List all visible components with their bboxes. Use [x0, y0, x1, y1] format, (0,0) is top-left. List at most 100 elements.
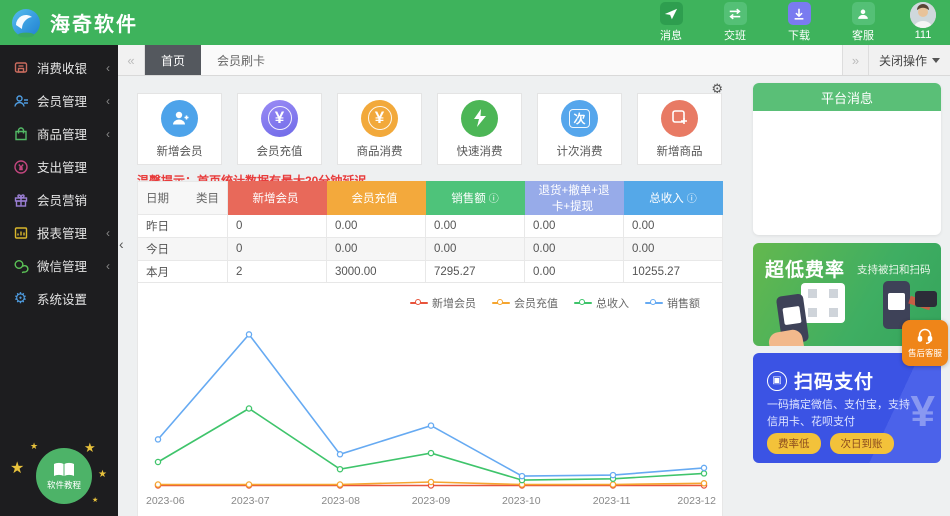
quick-add-member-button[interactable]: 新增会员	[137, 93, 222, 165]
download-icon	[788, 2, 811, 25]
chevron-left-icon: ‹	[106, 94, 110, 108]
sidebar-item-expense[interactable]: 支出管理	[0, 150, 118, 183]
table-cell: 0.00	[327, 215, 426, 238]
table-row-yesterday: 昨日 0 0.00 0.00 0.00 0.00	[138, 215, 723, 238]
trend-chart-card: 新增会员会员充值总收入销售额 2023-062023-072023-082023…	[137, 282, 723, 516]
quick-member-recharge-button[interactable]: ¥ 会员充值	[237, 93, 322, 165]
legend-marker-icon	[492, 299, 510, 307]
close-actions-dropdown[interactable]: 关闭操作	[869, 45, 950, 75]
table-cell: 3000.00	[327, 261, 426, 284]
sidebar-item-cashier[interactable]: 消费收银 ‹	[0, 51, 118, 84]
qr-pay-icon: ▣	[767, 371, 787, 391]
tabs-scroll-right[interactable]: »	[842, 45, 869, 75]
chart-x-axis: 2023-062023-072023-082023-092023-102023-…	[146, 495, 716, 507]
table-cell: 0.00	[525, 261, 624, 284]
sidebar-item-members[interactable]: 会员管理 ‹	[0, 84, 118, 117]
wechat-icon	[12, 257, 29, 274]
aftersale-support-button[interactable]: 售后客服	[902, 320, 948, 366]
aftersale-label: 售后客服	[908, 347, 942, 359]
sidebar-item-reports[interactable]: 报表管理 ‹	[0, 216, 118, 249]
table-cell: 0.00	[624, 238, 723, 261]
right-panel: 平台消息 超低费率 支持被扫和扫码 ▣ 扫码支付 一码搞定微信、支付宝，支持信用…	[745, 76, 950, 516]
x-axis-tick: 2023-10	[491, 495, 551, 507]
avatar	[910, 2, 936, 28]
main-content: ‹ ⚙ 新增会员 ¥ 会员充值 ¥ 商品消费 快速消费	[118, 76, 745, 516]
corner-category-label: 类目	[196, 190, 219, 206]
support-person-icon	[852, 2, 875, 25]
info-icon[interactable]: ⓘ	[489, 194, 499, 205]
members-icon	[12, 92, 29, 109]
software-tutorial-button[interactable]: 软件教程	[36, 448, 92, 504]
legend-item[interactable]: 总收入	[574, 295, 629, 311]
sidebar-item-label: 消费收银	[37, 58, 106, 77]
nav-shift-change[interactable]: 交班	[718, 2, 752, 43]
legend-item[interactable]: 新增会员	[410, 295, 476, 311]
nav-messages[interactable]: 消息	[654, 2, 688, 43]
nav-support[interactable]: 客服	[846, 2, 880, 43]
scan-pay-banner[interactable]: ▣ 扫码支付 一码搞定微信、支付宝，支持信用卡、花呗支付 费率低 次日到账 ¥	[753, 353, 941, 463]
sidebar-item-wechat[interactable]: 微信管理 ‹	[0, 249, 118, 282]
tab-member-swipe[interactable]: 会员刷卡	[201, 45, 281, 75]
quick-action-label: 新增商品	[657, 143, 703, 159]
tab-spacer	[281, 45, 842, 75]
x-axis-tick: 2023-12	[672, 495, 716, 507]
gift-icon	[12, 191, 29, 208]
legend-label: 总收入	[596, 295, 629, 311]
quick-count-consume-button[interactable]: 次 计次消费	[537, 93, 622, 165]
nav-download[interactable]: 下载	[782, 2, 816, 43]
x-axis-tick: 2023-08	[311, 495, 371, 507]
sidebar-collapse-handle[interactable]: ‹	[119, 236, 124, 252]
star-decoration: ★	[84, 440, 96, 456]
rate-banner-title: 超低费率	[765, 255, 845, 282]
legend-item[interactable]: 会员充值	[492, 295, 558, 311]
table-cell: 0.00	[525, 238, 624, 261]
col-header-new-members: 新增会员	[228, 182, 327, 215]
count-times-icon: 次	[561, 100, 598, 137]
table-cell: 0.00	[426, 238, 525, 261]
tab-home[interactable]: 首页	[145, 45, 201, 75]
legend-label: 销售额	[667, 295, 700, 311]
lightning-icon	[461, 100, 498, 137]
low-rate-pill: 费率低	[767, 433, 821, 454]
col-header-sales: 销售额ⓘ	[426, 182, 525, 215]
platform-messages-title: 平台消息	[753, 83, 941, 111]
x-axis-tick: 2023-07	[220, 495, 280, 507]
app-window: 海奇软件 消息 交班	[0, 0, 950, 516]
close-actions-label: 关闭操作	[879, 52, 927, 69]
tab-bar: « 首页 会员刷卡 » 关闭操作	[118, 45, 950, 76]
sidebar-item-label: 会员营销	[37, 190, 110, 209]
sidebar-item-label: 支出管理	[37, 157, 110, 176]
brand: 海奇软件	[10, 7, 138, 39]
sidebar-item-marketing[interactable]: 会员营销	[0, 183, 118, 216]
sidebar-item-settings[interactable]: ⚙ 系统设置	[0, 282, 118, 315]
chevron-left-icon: ‹	[106, 259, 110, 273]
nav-support-label: 客服	[852, 27, 874, 43]
quick-goods-consume-button[interactable]: ¥ 商品消费	[337, 93, 422, 165]
corner-date-label: 日期	[146, 190, 169, 206]
sidebar-item-label: 商品管理	[37, 124, 106, 143]
row-period-cell: 今日	[138, 238, 228, 261]
x-axis-tick: 2023-11	[582, 495, 642, 507]
tutorial-label: 软件教程	[47, 479, 81, 491]
chevron-left-icon: ‹	[106, 61, 110, 75]
paper-plane-icon	[660, 2, 683, 25]
quick-action-label: 快速消费	[457, 143, 503, 159]
legend-label: 新增会员	[432, 295, 476, 311]
sidebar-item-goods[interactable]: 商品管理 ‹	[0, 117, 118, 150]
tabs-scroll-left[interactable]: «	[118, 45, 145, 75]
user-account[interactable]: 111	[910, 2, 936, 41]
report-icon	[12, 224, 29, 241]
table-cell: 0.00	[426, 215, 525, 238]
stats-table: 日期 类目 新增会员 会员充值 销售额ⓘ 退货+撤单+退卡+提现 总收入ⓘ 昨日…	[137, 181, 723, 284]
row-period-cell: 昨日	[138, 215, 228, 238]
yen-watermark: ¥	[911, 387, 935, 437]
legend-marker-icon	[645, 299, 663, 307]
quick-fast-consume-button[interactable]: 快速消费	[437, 93, 522, 165]
line-chart[interactable]	[146, 317, 716, 492]
legend-item[interactable]: 销售额	[645, 295, 700, 311]
rate-banner-subtitle: 支持被扫和扫码	[857, 262, 931, 277]
legend-marker-icon	[410, 299, 428, 307]
top-nav: 消息 交班 下载	[654, 2, 936, 43]
info-icon[interactable]: ⓘ	[687, 194, 697, 205]
quick-add-product-button[interactable]: 新增商品	[637, 93, 722, 165]
